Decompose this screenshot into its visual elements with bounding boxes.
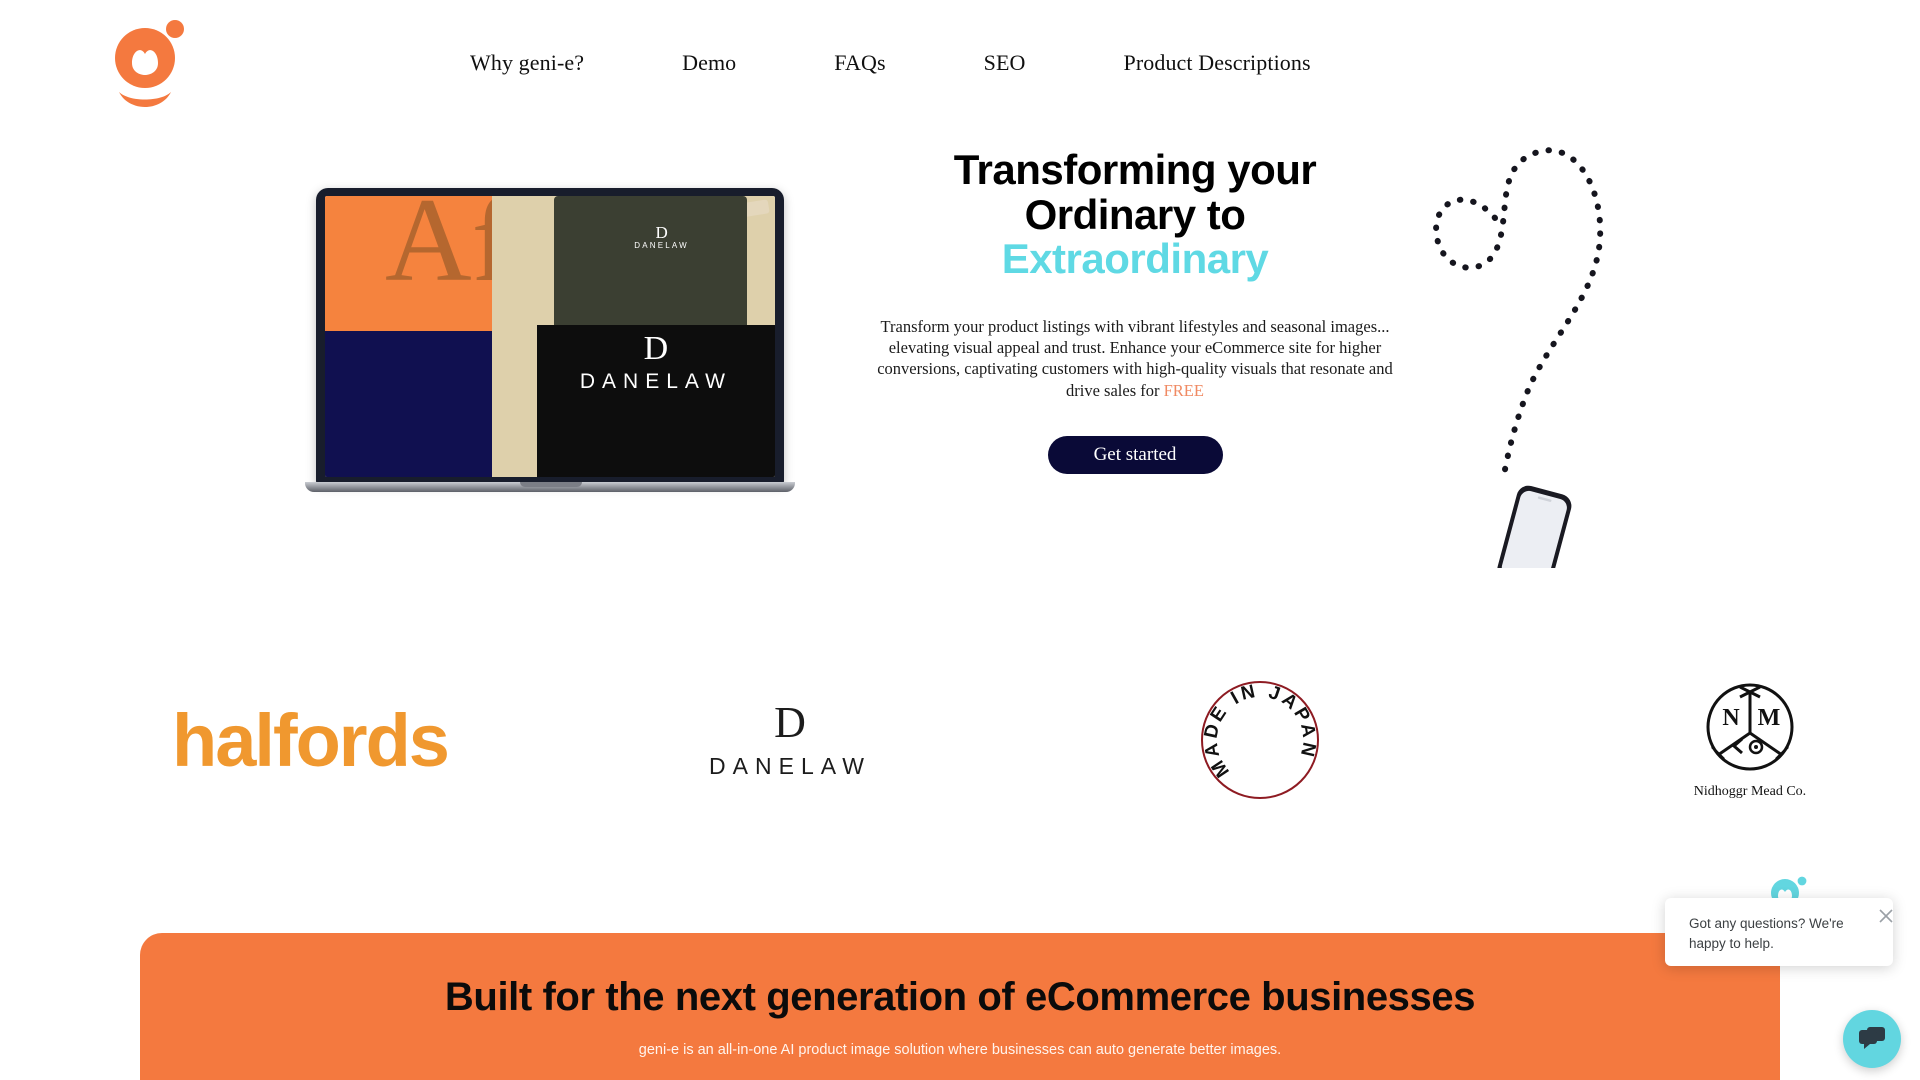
laptop-notch xyxy=(520,482,582,487)
nidhoggr-wordmark: Nidhoggr Mead Co. xyxy=(1693,783,1807,799)
hero-title-line-1: Transforming your xyxy=(953,146,1317,193)
made-in-japan-text-ring: MADE IN JAPAN xyxy=(1203,683,1317,781)
screen-product-photo: D DANELAW D DANELAW xyxy=(491,196,775,477)
hero-copy: Transforming your Ordinary to Extraordin… xyxy=(860,146,1410,475)
screen-left-navy-panel xyxy=(325,330,492,477)
svg-text:MADE IN JAPAN: MADE IN JAPAN xyxy=(1203,683,1317,781)
nav-item-product-descriptions[interactable]: Product Descriptions xyxy=(1124,50,1311,76)
nav-item-faqs[interactable]: FAQs xyxy=(834,50,885,76)
screen-bag: D DANELAW xyxy=(536,325,775,477)
nidhoggr-mark-left: N xyxy=(1722,705,1740,731)
nidhoggr-mark-icon: N M xyxy=(1706,683,1794,770)
made-in-japan-badge: MADE IN JAPAN xyxy=(1201,681,1319,799)
cta-banner: Built for the next generation of eCommer… xyxy=(140,933,1780,1080)
nav-item-demo[interactable]: Demo xyxy=(682,50,736,76)
hero-paragraph: Transform your product listings with vib… xyxy=(860,316,1410,402)
genie-logo-svg xyxy=(115,20,184,107)
close-icon[interactable] xyxy=(1878,908,1894,924)
danelaw-mark: D xyxy=(774,697,806,747)
main-nav: Why geni-e? Demo FAQs SEO Product Descri… xyxy=(470,50,1311,76)
get-started-button[interactable]: Get started xyxy=(1047,436,1223,475)
hero-title-line-2: Ordinary to xyxy=(1024,190,1246,238)
nav-item-why-genie[interactable]: Why geni-e? xyxy=(470,50,584,76)
client-logos-row: halfords D DANELAW MADE IN JAPAN xyxy=(0,655,1920,825)
logo-danelaw: D DANELAW xyxy=(660,655,920,825)
chat-launcher-button[interactable] xyxy=(1843,1010,1901,1068)
banner-subtitle: geni-e is an all-in-one AI product image… xyxy=(638,1042,1282,1058)
hero-section: Af D DANELAW xyxy=(0,128,1920,608)
hero-paragraph-free: FREE xyxy=(1163,380,1204,400)
landing-page: Why geni-e? Demo FAQs SEO Product Descri… xyxy=(0,0,1920,1080)
site-header: Why geni-e? Demo FAQs SEO Product Descri… xyxy=(0,0,1920,128)
laptop-screen: Af D DANELAW xyxy=(316,188,784,484)
dotted-arrow-and-phone-graphic xyxy=(1425,128,1645,590)
dotted-spiral-svg xyxy=(1433,147,1604,590)
laptop-mockup-image: Af D DANELAW xyxy=(305,188,795,508)
banner-title: Built for the next generation of eCommer… xyxy=(444,975,1476,1019)
logo-nidhoggr-mead-co: N M Nidhoggr Mead Co. xyxy=(1600,655,1900,825)
genie-logo-icon[interactable] xyxy=(113,18,185,110)
hero-title-accent: Extraordinary xyxy=(1001,235,1269,283)
chat-bubble-icon xyxy=(1859,1027,1885,1049)
chat-greeting-message: Got any questions? We're happy to help. xyxy=(1689,916,1844,951)
logo-made-in-japan: MADE IN JAPAN xyxy=(1130,655,1390,825)
danelaw-wordmark: DANELAW xyxy=(709,752,871,779)
screen-left-orange-panel: Af xyxy=(325,196,492,331)
nidhoggr-mark-right: M xyxy=(1758,705,1781,731)
screen-left-panel-text: Af xyxy=(384,196,492,306)
hero-paragraph-text: Transform your product listings with vib… xyxy=(877,316,1393,400)
logo-halfords: halfords xyxy=(172,698,450,782)
screen-shirt-logo: D DANELAW xyxy=(634,223,689,251)
chat-greeting-card: Got any questions? We're happy to help. xyxy=(1665,898,1893,966)
hero-title: Transforming your Ordinary to Extraordin… xyxy=(860,146,1410,283)
close-icon-svg xyxy=(1879,909,1893,923)
nav-item-seo[interactable]: SEO xyxy=(984,50,1026,76)
